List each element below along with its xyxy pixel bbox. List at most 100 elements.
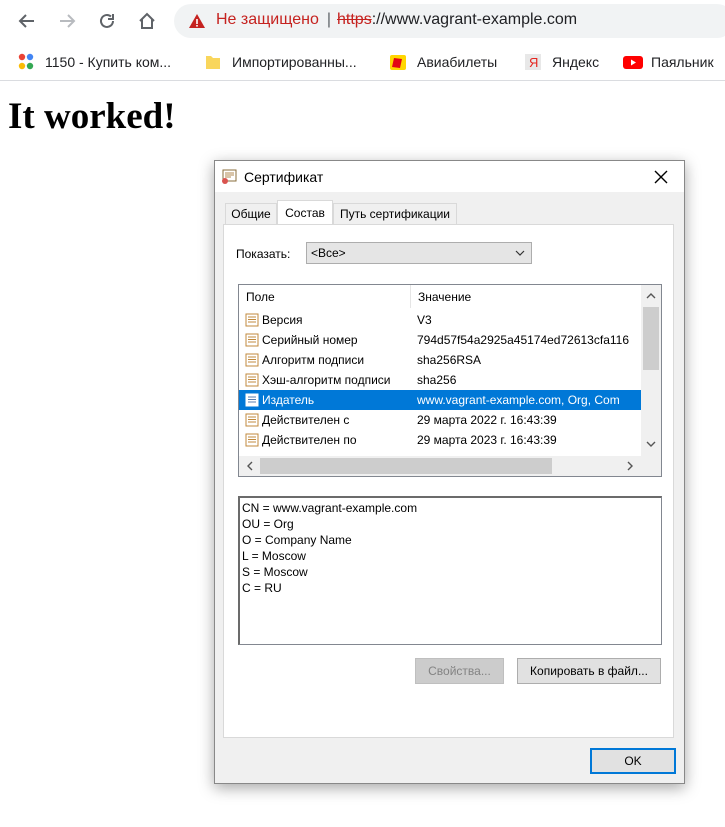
column-header-field[interactable]: Поле (239, 285, 410, 308)
field-value: www.vagrant-example.com, Org, Com (417, 393, 620, 407)
field-icon (245, 413, 259, 427)
horizontal-scroll-thumb[interactable] (260, 458, 552, 474)
scroll-left-icon[interactable] (241, 456, 259, 476)
field-name: Серийный номер (262, 333, 358, 347)
back-button[interactable] (12, 6, 42, 36)
tab-label: Путь сертификации (339, 207, 451, 221)
detail-line: S = Moscow (242, 565, 308, 579)
list-item-selected[interactable]: Издатель www.vagrant-example.com, Org, C… (239, 390, 641, 410)
home-icon (139, 12, 155, 29)
vertical-scrollbar[interactable] (641, 285, 661, 455)
column-header-label: Значение (418, 289, 472, 304)
list-item[interactable]: Версия V3 (239, 310, 641, 330)
detail-line: OU = Org (242, 517, 294, 531)
properties-button[interactable]: Свойства... (415, 658, 504, 684)
scroll-down-icon[interactable] (641, 435, 661, 453)
tab-certification-path[interactable]: Путь сертификации (333, 203, 457, 224)
detail-line: C = RU (242, 581, 282, 595)
bookmark-label: Импортированны... (232, 54, 357, 70)
bookmarks-bar: 1150 - Купить ком... Импортированны... А… (0, 44, 725, 81)
bookmark-label: Яндекс (552, 54, 600, 70)
warning-icon (189, 14, 205, 28)
dialog-title: Сертификат (244, 169, 324, 185)
show-select-value: <Все> (311, 246, 346, 260)
forward-button[interactable] (52, 6, 82, 36)
horizontal-scrollbar[interactable] (239, 456, 641, 476)
certificate-dialog: Сертификат Общие Состав Путь сертификаци… (214, 160, 685, 784)
folder-icon (204, 53, 222, 71)
certificate-icon (222, 169, 237, 184)
fields-list[interactable]: Поле Значение Версия V3 Серийный номер 7… (238, 284, 662, 477)
field-icon (245, 353, 259, 367)
dialog-titlebar[interactable]: Сертификат (215, 161, 684, 192)
bookmark-label: Авиабилеты (417, 54, 498, 70)
chevron-down-icon (515, 250, 525, 256)
detail-line: O = Company Name (242, 533, 352, 547)
details-panel: Показать: <Все> Поле Значение Версия V3 … (223, 224, 674, 738)
apps-dots-icon (17, 53, 35, 71)
detail-line: L = Moscow (242, 549, 306, 563)
url-host: ://www.vagrant-example.com (371, 11, 578, 28)
field-value: 794d57f54a2925a45174ed72613cfa116 (417, 333, 629, 347)
list-item[interactable]: Действителен по 29 марта 2023 г. 16:43:3… (239, 430, 641, 450)
url-text: Не защищено | https://www.vagrant-example.… (216, 11, 577, 29)
bookmark-1150[interactable]: 1150 - Купить ком... (17, 52, 171, 72)
tab-details[interactable]: Состав (277, 200, 333, 224)
forward-arrow-icon (60, 14, 76, 28)
scrollbar-corner (641, 455, 661, 476)
ok-button[interactable]: OK (590, 748, 676, 774)
field-name: Хэш-алгоритм подписи (262, 373, 391, 387)
bookmark-avia[interactable]: Авиабилеты (389, 52, 497, 72)
field-icon (245, 373, 259, 387)
reload-icon (100, 13, 114, 28)
url-scheme: https (337, 11, 372, 28)
value-detail-box[interactable]: CN = www.vagrant-example.com OU = Org O … (238, 496, 662, 645)
bookmark-label: 1150 - Купить ком... (45, 54, 172, 70)
field-name: Действителен по (262, 433, 357, 447)
address-bar[interactable]: Не защищено | https://www.vagrant-example.… (174, 4, 725, 38)
youtube-icon (623, 53, 643, 71)
field-value: V3 (417, 313, 432, 327)
browser-toolbar: Не защищено | https://www.vagrant-example.… (0, 0, 725, 42)
security-status: Не защищено (216, 11, 319, 28)
reload-button[interactable] (92, 6, 122, 36)
list-item[interactable]: Действителен с 29 марта 2022 г. 16:43:39 (239, 410, 641, 430)
home-button[interactable] (132, 6, 162, 36)
url-separator: | (326, 11, 332, 28)
field-icon (245, 433, 259, 447)
field-name: Версия (262, 313, 303, 327)
yandex-icon: Я (524, 53, 542, 71)
avia-tickets-icon (389, 53, 407, 71)
field-name: Алгоритм подписи (262, 353, 365, 367)
field-name: Действителен с (262, 413, 350, 427)
copy-to-file-button[interactable]: Копировать в файл... (517, 658, 661, 684)
page-heading: It worked! (8, 96, 176, 137)
scroll-up-icon[interactable] (641, 287, 661, 305)
list-item[interactable]: Серийный номер 794d57f54a2925a45174ed726… (239, 330, 641, 350)
field-icon (245, 333, 259, 347)
field-value: 29 марта 2023 г. 16:43:39 (417, 433, 557, 447)
field-name: Издатель (262, 393, 315, 407)
field-value: sha256RSA (417, 353, 482, 367)
tab-general[interactable]: Общие (225, 203, 277, 224)
field-icon (245, 313, 259, 327)
column-header-value[interactable]: Значение (411, 285, 641, 308)
list-item[interactable]: Хэш-алгоритм подписи sha256 (239, 370, 641, 390)
show-label: Показать: (236, 247, 291, 261)
bookmark-imported[interactable]: Импортированны... (204, 52, 357, 72)
tab-label: Состав (285, 205, 325, 220)
bookmark-yandex[interactable]: Я Яндекс (524, 52, 599, 72)
bookmark-payalnik[interactable]: Паяльник (623, 52, 714, 72)
field-value: sha256 (417, 373, 457, 387)
list-item[interactable]: Алгоритм подписи sha256RSA (239, 350, 641, 370)
column-header-label: Поле (246, 289, 275, 304)
field-icon (245, 393, 259, 407)
field-value: 29 марта 2022 г. 16:43:39 (417, 413, 557, 427)
svg-text:Я: Я (529, 55, 538, 70)
tab-label: Общие (231, 207, 271, 221)
bookmark-label: Паяльник (651, 54, 714, 70)
show-select[interactable]: <Все> (306, 242, 532, 264)
scroll-right-icon[interactable] (621, 456, 639, 476)
vertical-scroll-thumb[interactable] (643, 307, 659, 370)
close-icon[interactable] (652, 168, 670, 186)
